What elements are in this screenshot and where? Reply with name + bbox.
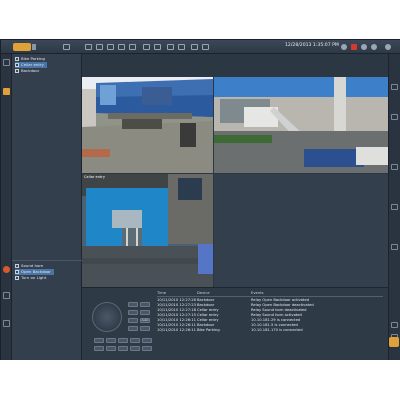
help-icon[interactable] [371, 44, 377, 50]
right-tool-strip [388, 54, 400, 360]
action-checkbox[interactable] [15, 270, 19, 274]
playback-icon[interactable] [202, 44, 209, 50]
layout-2x2-icon[interactable] [107, 44, 114, 50]
nav-up-icon[interactable] [391, 164, 398, 170]
record-icon[interactable] [154, 44, 161, 50]
camera-checkbox[interactable] [15, 63, 19, 67]
scroll-up-icon[interactable] [391, 322, 398, 328]
preset-10-button[interactable] [142, 346, 152, 351]
top-toolbar: 12/28/2013 1:35:07 PM [1, 40, 400, 54]
ptz-tab-icon[interactable] [3, 292, 10, 299]
camera-checkbox[interactable] [15, 69, 19, 73]
tree-item-label: Backdoor [21, 68, 40, 73]
panel-divider [12, 260, 82, 261]
preset-5-button[interactable] [142, 338, 152, 343]
sequence-icon[interactable] [191, 44, 198, 50]
camera-checkbox[interactable] [15, 57, 19, 61]
video-tile-cellar-entry[interactable]: Cellar entry [82, 174, 213, 287]
notification-badge-icon[interactable] [389, 337, 399, 347]
action-item-label: Sound horn [21, 263, 44, 268]
zoom-plus-button[interactable] [128, 302, 138, 307]
app-logo-icon[interactable] [13, 43, 31, 51]
action-checkbox[interactable] [15, 264, 19, 268]
camera-feed-image [82, 77, 213, 173]
preset-1-button[interactable] [94, 338, 104, 343]
fullscreen-icon[interactable] [167, 44, 174, 50]
tree-item-label: Cellar entry [21, 62, 44, 67]
focus-near-button[interactable] [128, 310, 138, 315]
nav-down-icon[interactable] [391, 204, 398, 210]
bottom-panel: Auto Time Device Events 10/11/2010 12:27… [82, 287, 388, 360]
preset-8-button[interactable] [118, 346, 128, 351]
video-tile-bike-parking[interactable] [82, 77, 213, 173]
video-tile-empty[interactable] [214, 174, 388, 287]
snapshot-icon[interactable] [143, 44, 150, 50]
action-item-label: Open Backdoor [21, 269, 51, 274]
action-checkbox[interactable] [15, 276, 19, 280]
events-tab-icon[interactable] [3, 320, 10, 327]
network-status-icon [341, 44, 347, 50]
fit-icon[interactable] [391, 244, 398, 250]
device-cell: Bike Parking [197, 328, 220, 332]
iris-close-button[interactable] [128, 326, 138, 331]
preset-2-button[interactable] [106, 338, 116, 343]
layout-custom-icon[interactable] [129, 44, 136, 50]
tree-item-label: Bike Parking [21, 56, 45, 61]
layout-1x1-icon[interactable] [96, 44, 103, 50]
event-cell: 10.10.181.170 is connected [251, 328, 303, 332]
preset-button[interactable] [140, 326, 150, 331]
camera-feed-image [214, 77, 388, 173]
sidebar-tool-strip [1, 54, 12, 360]
auto-button[interactable]: Auto [140, 318, 150, 323]
user-icon[interactable] [385, 44, 391, 50]
layout-3x3-icon[interactable] [118, 44, 125, 50]
action-item-turn-on-light[interactable]: Turn on Light [15, 275, 46, 281]
tree-item-backdoor[interactable]: Backdoor [15, 68, 39, 74]
datetime-display: 12/28/2013 1:35:07 PM [285, 43, 339, 48]
preset-3-button[interactable] [118, 338, 128, 343]
checkbox-icon[interactable] [63, 44, 70, 50]
zoom-in-icon[interactable] [391, 84, 398, 90]
zoom-minus-button[interactable] [140, 302, 150, 307]
ptz-dial[interactable] [92, 302, 122, 332]
left-panel: Bike Parking Cellar entry Backdoor Sound… [1, 54, 82, 360]
vms-window: 12/28/2013 1:35:07 PM Bike Parking Cella… [0, 39, 400, 360]
preset-9-button[interactable] [130, 346, 140, 351]
preset-7-button[interactable] [106, 346, 116, 351]
preset-6-button[interactable] [94, 346, 104, 351]
action-item-label: Turn on Light [21, 275, 47, 280]
header-separator [157, 296, 383, 297]
layout-tab-icon[interactable] [3, 88, 10, 95]
actions-tab-icon[interactable] [3, 266, 10, 273]
iris-open-button[interactable] [128, 318, 138, 323]
camera-feed-image [82, 174, 213, 287]
camera-name-label: Cellar entry [84, 175, 106, 179]
settings-icon[interactable] [178, 44, 185, 50]
focus-far-button[interactable] [140, 310, 150, 315]
cameras-tab-icon[interactable] [3, 59, 10, 66]
video-grid: Cellar entry [82, 54, 388, 287]
time-cell: 10/11/2010 12:26:11 [157, 328, 196, 332]
edit-icon[interactable] [361, 44, 367, 50]
rewind-icon[interactable] [85, 44, 92, 50]
preset-4-button[interactable] [130, 338, 140, 343]
menu-handle-icon[interactable] [32, 44, 36, 50]
table-row[interactable]: 10/11/2010 12:26:11 Bike Parking 10.10.181… [157, 328, 383, 333]
video-tile-backdoor[interactable] [214, 77, 388, 173]
zoom-out-icon[interactable] [391, 114, 398, 120]
alarm-icon[interactable] [351, 44, 357, 50]
ptz-control: Auto [88, 296, 156, 358]
